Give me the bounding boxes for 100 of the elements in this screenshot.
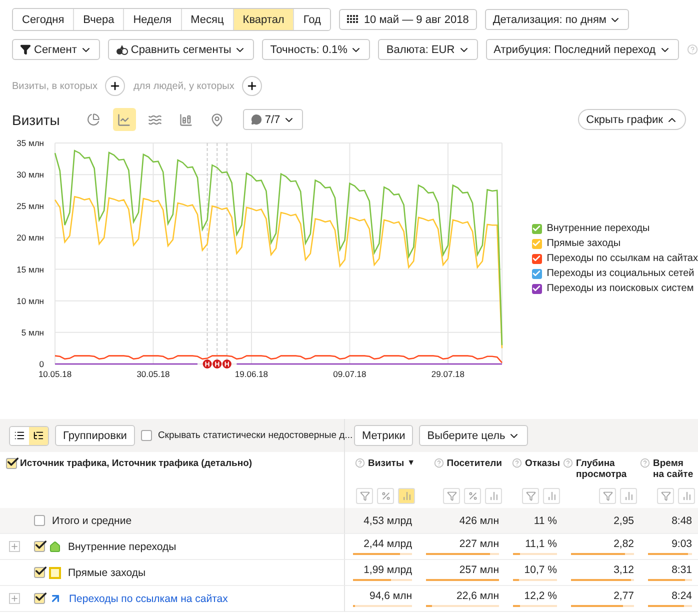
help-icon[interactable] — [355, 458, 366, 468]
axis-label: 29.07.18 — [431, 369, 465, 379]
column-tool-button[interactable] — [398, 488, 415, 504]
waves-icon — [148, 112, 162, 126]
chart-type-button[interactable] — [112, 108, 136, 131]
plus-icon — [246, 80, 258, 92]
table-cell-text: 8:48 — [670, 514, 692, 526]
axis-label: 5 млн — [21, 327, 44, 338]
axis-label: 10 млн — [16, 296, 44, 306]
row-label: Внутренние переходы — [68, 540, 176, 552]
filter-dropdown[interactable]: Точность: 0.1% — [262, 39, 370, 60]
calendar-icon — [346, 15, 358, 24]
period-tab[interactable]: Квартал — [234, 9, 294, 30]
column-tool-button[interactable] — [620, 488, 637, 504]
filter-dropdown[interactable]: Сравнить сегменты — [108, 39, 254, 60]
column-tool-button[interactable] — [678, 488, 695, 504]
axis-label: 15 млн — [16, 264, 44, 274]
groupings-button[interactable]: Группировки — [55, 425, 135, 446]
view-toggle[interactable] — [10, 426, 29, 444]
table-cell-text: 2,44 млрд — [362, 538, 412, 550]
arrow-icon — [49, 592, 62, 605]
view-toggle[interactable] — [29, 426, 48, 444]
axis-label: 0 — [39, 359, 44, 369]
table-cell-text: 3,12 — [612, 564, 634, 576]
checkbox[interactable] — [140, 430, 152, 441]
help-icon[interactable] — [434, 458, 444, 468]
filter-icon — [446, 491, 456, 501]
help-icon[interactable] — [563, 458, 573, 468]
column-tool-button[interactable] — [356, 488, 373, 504]
comment-icon — [250, 114, 262, 125]
axis-label: 10.05.18 — [38, 369, 72, 379]
plus-icon — [10, 594, 19, 603]
tree-icon — [33, 430, 44, 441]
table-cell-text: 94,6 млн — [368, 590, 412, 602]
detail-dropdown[interactable]: Детализация: по дням — [484, 9, 630, 30]
condition-label: Визиты, в которых — [12, 80, 98, 92]
plus-icon — [10, 542, 19, 551]
checkbox[interactable] — [34, 515, 45, 526]
table-cell-text: 8:31 — [670, 564, 692, 576]
column-header[interactable]: Глубина просмотра — [576, 458, 637, 481]
line-chart-icon — [117, 112, 132, 126]
chart-title: Визиты — [12, 112, 60, 128]
table-cell-text: 8:24 — [670, 590, 692, 602]
period-tab[interactable]: Сегодня — [13, 9, 74, 30]
legend-checkbox[interactable] — [532, 238, 542, 248]
column-header[interactable]: Визиты — [368, 458, 404, 470]
checkbox-label: Скрывать статистически недостоверные д... — [158, 430, 353, 441]
help-icon[interactable] — [512, 458, 522, 468]
column-tool-button[interactable] — [657, 488, 674, 504]
help-icon[interactable] — [686, 44, 698, 55]
hide-chart-button[interactable]: Скрыть график — [578, 109, 686, 130]
checkbox[interactable] — [34, 593, 45, 604]
table-cell-text: 1,99 млрд — [362, 564, 412, 576]
checkbox[interactable] — [34, 541, 45, 552]
table-cell-text: 11 % — [532, 514, 557, 526]
add-condition-button[interactable] — [105, 76, 126, 96]
checkbox[interactable] — [6, 458, 17, 469]
bars-icon — [546, 491, 556, 501]
axis-label: 09.07.18 — [333, 369, 366, 379]
column-tool-button[interactable] — [443, 488, 460, 504]
column-tool-button[interactable] — [599, 488, 616, 504]
date-range-button[interactable]: 10 май — 9 авг 2018 — [338, 9, 477, 30]
filter-dropdown[interactable]: Атрибуция: Последний переход — [486, 39, 679, 60]
metrics-button[interactable]: Метрики — [354, 425, 414, 446]
filter-icon — [660, 491, 670, 501]
expand-button[interactable] — [9, 541, 20, 552]
column-header[interactable]: Отказы — [524, 458, 560, 470]
notes-dropdown[interactable]: 7/7 — [242, 109, 304, 130]
checkbox[interactable] — [34, 567, 45, 578]
table-cell-text: 11,1 % — [524, 538, 557, 550]
filter-icon — [360, 491, 370, 501]
house-icon — [49, 540, 61, 552]
row-link[interactable]: Переходы по ссылкам на сайтах — [69, 592, 228, 604]
expand-button[interactable] — [9, 593, 20, 604]
add-condition-button[interactable] — [242, 76, 262, 96]
legend-checkbox[interactable] — [532, 268, 542, 278]
legend-label: Внутренние переходы — [546, 223, 650, 234]
table-cell-text: 2,82 — [612, 538, 634, 550]
goal-dropdown[interactable]: Выберите цель — [419, 425, 528, 446]
filter-icon — [526, 491, 536, 501]
legend-checkbox[interactable] — [532, 224, 542, 234]
filter-dropdown[interactable]: Валюта: EUR — [378, 39, 478, 60]
legend-label: Переходы по ссылкам на сайтах — [546, 253, 698, 264]
axis-label: 30 млн — [16, 170, 44, 180]
column-tool-button[interactable] — [522, 488, 539, 504]
axis-label: 30.05.18 — [136, 369, 170, 379]
column-tool-button[interactable] — [377, 488, 394, 504]
row-label: Прямые заходы — [68, 566, 146, 578]
column-header[interactable]: Посетители — [446, 458, 502, 470]
column-tool-button[interactable] — [464, 488, 481, 504]
help-icon[interactable] — [640, 458, 650, 468]
column-tool-button[interactable] — [485, 488, 502, 504]
bars-icon — [402, 491, 412, 501]
column-header[interactable]: Время на сайте — [653, 458, 695, 481]
column-tool-button[interactable] — [543, 488, 560, 504]
legend-checkbox[interactable] — [532, 254, 542, 264]
axis-label: 25 млн — [16, 201, 44, 212]
legend-checkbox[interactable] — [532, 284, 542, 294]
filter-dropdown[interactable]: Сегмент — [12, 39, 100, 60]
table-cell-text: 227 млн — [458, 538, 499, 550]
